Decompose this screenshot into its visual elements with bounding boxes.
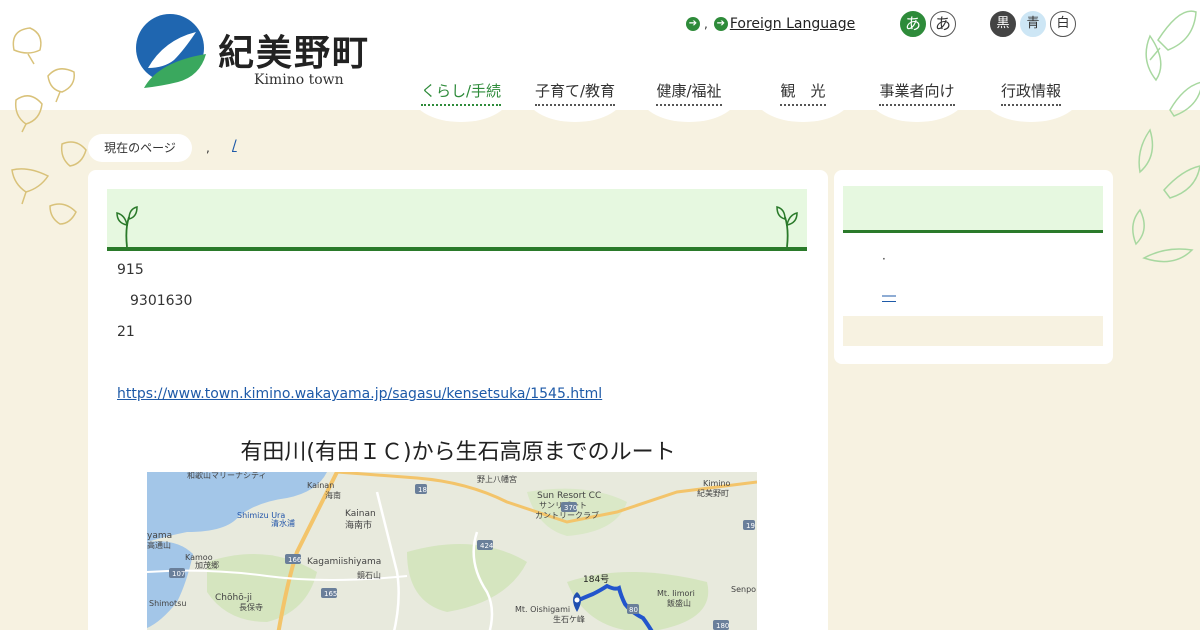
road-number: 80 (629, 606, 638, 614)
road-number: 424 (480, 542, 494, 550)
route-page-link[interactable]: https://www.town.kimino.wakayama.jp/saga… (117, 386, 602, 402)
nav-item-gyosei[interactable]: 行政情報 (974, 78, 1088, 122)
sprout-icon (776, 206, 798, 247)
nav-item-kenko[interactable]: 健康/福祉 (632, 78, 746, 122)
nav-item-jigyosha[interactable]: 事業者向け (860, 78, 974, 122)
logo-title: 紀美野町 (218, 33, 371, 74)
nav-label: 子育て/教育 (534, 80, 616, 106)
map-label: 海南 (325, 490, 341, 500)
road-number: 166 (288, 556, 302, 564)
map-label: 清水浦 (271, 518, 295, 528)
util-separator: , (704, 17, 708, 31)
color-white-button[interactable]: 白 (1050, 11, 1076, 37)
map-label: Kainan (345, 509, 376, 519)
map-label: Mt. Iimori (657, 589, 695, 598)
route-map[interactable]: 和歌山マリーナシティ Kainan 海南 Kainan 海南市 Shimizu … (147, 472, 757, 630)
side-menu: · ― (834, 170, 1113, 364)
map-title: 有田川(有田ＩＣ)から生石高原までのルート (240, 440, 676, 465)
main-content: 915 9301630 21 https://www.town.kimino.w… (88, 170, 828, 630)
kimino-logo-icon (136, 14, 206, 88)
map-label: Senpo (731, 585, 756, 594)
nav-label: 行政情報 (1000, 80, 1061, 106)
road-number: 19 (746, 522, 755, 530)
map-label: Sun Resort CC (537, 491, 601, 501)
map-label: Kainan (307, 481, 334, 490)
map-label: Kimino (703, 479, 731, 488)
font-size-large-button[interactable]: あ (930, 11, 956, 37)
logo-subtitle: Kimino town (254, 72, 344, 88)
road-number: 370 (564, 504, 577, 512)
arrow-right-icon: ➔ (713, 17, 728, 31)
map-label: 184号 (583, 574, 609, 585)
road-number: 18 (418, 486, 427, 494)
map-label: 長保寺 (239, 602, 263, 612)
side-menu-header (843, 186, 1103, 233)
font-size-switcher: あ あ (900, 10, 960, 38)
site-logo[interactable]: 紀美野町 Kimino town (134, 10, 384, 92)
util-links: ➔ , ➔ Foreign Language (686, 10, 855, 38)
map-label: Chōhō-ji (215, 593, 252, 603)
side-menu-item: · (882, 252, 886, 266)
road-number: 180 (716, 622, 729, 630)
nav-label: くらし/手続 (420, 80, 502, 106)
sprout-icon (116, 206, 138, 247)
color-blue-button[interactable]: 青 (1020, 11, 1046, 37)
map-label: 紀美野町 (697, 488, 729, 498)
nav-item-kurashi[interactable]: くらし/手続 (404, 78, 518, 122)
foreign-language-link[interactable]: Foreign Language (730, 16, 855, 32)
map-label: 加茂郷 (195, 560, 219, 570)
map-label: Mt. Oishigami (515, 605, 570, 614)
nav-label: 事業者向け (879, 80, 955, 106)
color-switcher: 黒 青 白 (990, 10, 1080, 38)
map-label: yama (147, 531, 172, 541)
font-size-small-button[interactable]: あ (900, 11, 926, 37)
map-label: Kagamiishiyama (307, 557, 381, 567)
color-black-button[interactable]: 黒 (990, 11, 1016, 37)
nav-item-kosodate[interactable]: 子育て/教育 (518, 78, 632, 122)
nav-item-kanko[interactable]: 観 光 (746, 78, 860, 122)
road-number: 107 (172, 570, 185, 578)
map-label: 野上八幡宮 (477, 474, 517, 484)
breadcrumb-separator: , (206, 141, 210, 155)
map-label: Shimotsu (149, 599, 186, 608)
map-label: 高通山 (147, 540, 171, 550)
text-line: 9301630 (130, 293, 193, 309)
side-menu-footer (843, 316, 1103, 346)
page-title-bar (107, 189, 807, 251)
road-number: 165 (324, 590, 337, 598)
nav-label: 観 光 (780, 80, 826, 106)
text-line: 21 (117, 324, 135, 340)
map-label: 鏡石山 (357, 570, 381, 580)
arrow-right-icon: ➔ (686, 17, 700, 31)
map-label: 飯盛山 (667, 598, 691, 608)
map-label: 和歌山マリーナシティ (187, 472, 267, 480)
map-label: 生石ケ峰 (553, 614, 585, 624)
side-menu-link[interactable]: ― (882, 288, 896, 304)
breadcrumb-link[interactable]: / (232, 138, 237, 154)
green-leaves-decoration (1132, 10, 1200, 263)
ginkgo-leaves-decoration (11, 27, 87, 225)
global-nav: くらし/手続 子育て/教育 健康/福祉 観 光 事業者向け 行政情報 (404, 78, 1088, 122)
text-line: 915 (117, 262, 144, 278)
nav-label: 健康/福祉 (656, 80, 722, 106)
breadcrumb-current-label: 現在のページ (88, 134, 192, 162)
map-label: 海南市 (345, 519, 372, 531)
